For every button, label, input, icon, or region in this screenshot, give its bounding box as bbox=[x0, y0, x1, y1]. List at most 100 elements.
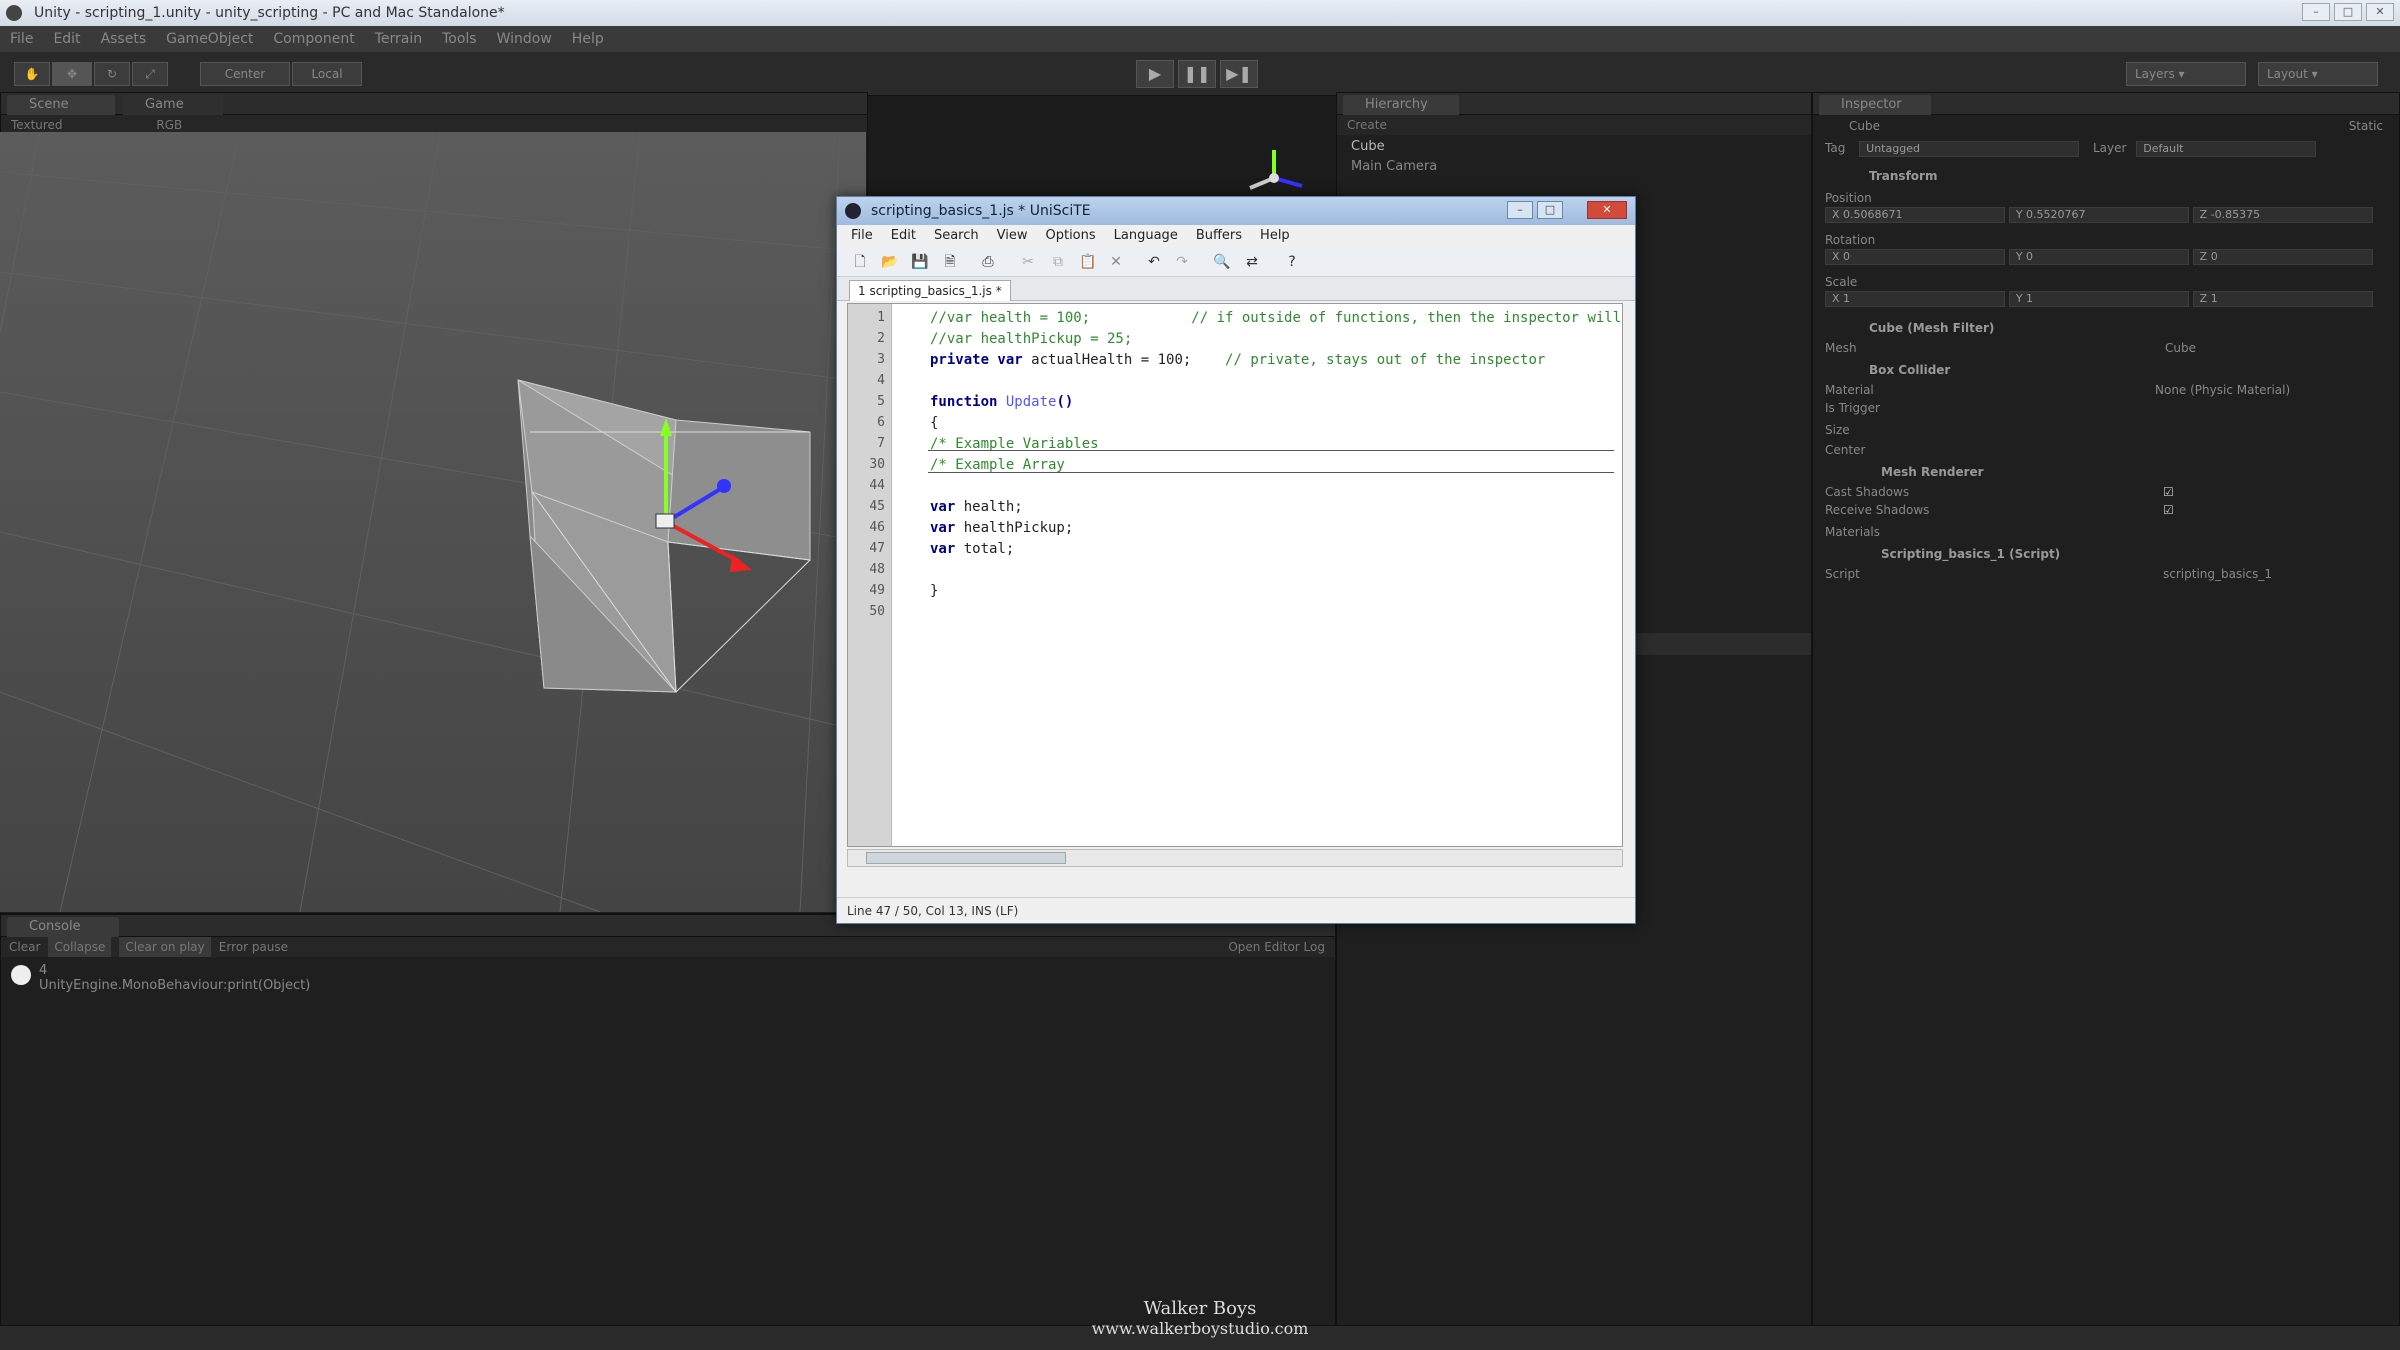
materials-label[interactable]: Materials bbox=[1825, 525, 2389, 543]
layers-dropdown[interactable]: Layers ▾ bbox=[2126, 62, 2246, 86]
material-value[interactable]: None (Physic Material) bbox=[2155, 383, 2290, 397]
mesh-value[interactable]: Cube bbox=[2165, 341, 2196, 355]
layout-dropdown[interactable]: Layout ▾ bbox=[2258, 62, 2378, 86]
copy-icon[interactable]: ⧉ bbox=[1049, 253, 1067, 271]
menu-assets[interactable]: Assets bbox=[101, 31, 147, 47]
scale-tool-button[interactable]: ⤢ bbox=[132, 62, 168, 86]
replace-icon[interactable]: ⇄ bbox=[1243, 253, 1261, 271]
console-entry[interactable]: 4 UnityEngine.MonoBehaviour:print(Object… bbox=[11, 963, 310, 999]
horizontal-scrollbar[interactable] bbox=[847, 849, 1623, 867]
object-name-field[interactable]: Cube bbox=[1849, 119, 1880, 133]
transform-header[interactable]: Transform bbox=[1825, 169, 2389, 187]
maximize-button[interactable]: □ bbox=[2334, 3, 2362, 21]
is-trigger-label[interactable]: Is Trigger bbox=[1825, 401, 2389, 419]
scene-axis-gizmo[interactable] bbox=[1240, 144, 1320, 200]
redo-icon[interactable]: ↷ bbox=[1173, 253, 1191, 271]
open-file-icon[interactable]: 📂 bbox=[881, 253, 899, 271]
collapse-button[interactable]: Collapse bbox=[48, 937, 112, 957]
editor-maximize-button[interactable]: □ bbox=[1537, 201, 1563, 219]
static-checkbox[interactable]: Static bbox=[2349, 119, 2383, 133]
step-button[interactable]: ▶❚ bbox=[1220, 60, 1258, 88]
scale-x-field[interactable]: X 1 bbox=[1825, 291, 2005, 307]
editor-menu-options[interactable]: Options bbox=[1045, 225, 1095, 247]
clear-on-play-button[interactable]: Clear on play bbox=[119, 937, 211, 957]
tab-game[interactable]: Game bbox=[123, 95, 223, 115]
find-icon[interactable]: 🔍 bbox=[1213, 253, 1231, 271]
scale-z-field[interactable]: Z 1 bbox=[2192, 291, 2373, 307]
tab-hierarchy[interactable]: Hierarchy bbox=[1343, 95, 1459, 115]
code-line[interactable]: var health; bbox=[930, 499, 1023, 515]
rotation-z-field[interactable]: Z 0 bbox=[2192, 249, 2373, 265]
menu-component[interactable]: Component bbox=[273, 31, 354, 47]
code-line[interactable]: private var actualHealth = 100; // priva… bbox=[930, 352, 1545, 368]
position-y-field[interactable]: Y 0.5520767 bbox=[2008, 207, 2189, 223]
cut-icon[interactable]: ✂ bbox=[1019, 253, 1037, 271]
rotate-tool-button[interactable]: ↻ bbox=[94, 62, 130, 86]
pause-button[interactable]: ❚❚ bbox=[1178, 60, 1216, 88]
space-toggle[interactable]: Local bbox=[292, 62, 362, 86]
box-collider-header[interactable]: Box Collider bbox=[1825, 363, 2389, 381]
minimize-button[interactable]: – bbox=[2302, 3, 2330, 21]
editor-menu-language[interactable]: Language bbox=[1114, 225, 1178, 247]
hierarchy-item-cube[interactable]: Cube bbox=[1351, 139, 1385, 154]
code-line[interactable]: var total; bbox=[930, 541, 1014, 557]
editor-close-button[interactable]: ✕ bbox=[1587, 201, 1627, 219]
open-editor-log-button[interactable]: Open Editor Log bbox=[1228, 937, 1325, 957]
pivot-toggle[interactable]: Center bbox=[200, 62, 290, 86]
close-button[interactable]: ✕ bbox=[2366, 3, 2394, 21]
layer-dropdown[interactable]: Default bbox=[2136, 141, 2317, 157]
tab-console[interactable]: Console bbox=[7, 917, 119, 937]
position-x-field[interactable]: X 0.5068671 bbox=[1825, 207, 2005, 223]
create-dropdown[interactable]: Create bbox=[1347, 118, 1387, 132]
editor-minimize-button[interactable]: – bbox=[1507, 201, 1533, 219]
code-line[interactable]: function Update() bbox=[930, 394, 1073, 410]
undo-icon[interactable]: ↶ bbox=[1145, 253, 1163, 271]
menu-tools[interactable]: Tools bbox=[442, 31, 477, 47]
menu-help[interactable]: Help bbox=[572, 31, 604, 47]
editor-menu-view[interactable]: View bbox=[997, 225, 1028, 247]
rotation-x-field[interactable]: X 0 bbox=[1825, 249, 2005, 265]
delete-icon[interactable]: ✕ bbox=[1107, 253, 1125, 271]
script-component-header[interactable]: Scripting_basics_1 (Script) bbox=[1825, 547, 2389, 565]
menu-window[interactable]: Window bbox=[497, 31, 552, 47]
save-icon[interactable]: 💾 bbox=[911, 253, 929, 271]
editor-menu-buffers[interactable]: Buffers bbox=[1196, 225, 1242, 247]
receive-shadows-checkbox[interactable]: ☑ bbox=[2163, 503, 2174, 517]
menu-edit[interactable]: Edit bbox=[53, 31, 80, 47]
error-pause-button[interactable]: Error pause bbox=[219, 937, 288, 957]
rotation-y-field[interactable]: Y 0 bbox=[2008, 249, 2189, 265]
script-value[interactable]: scripting_basics_1 bbox=[2163, 567, 2272, 581]
position-z-field[interactable]: Z -0.85375 bbox=[2192, 207, 2373, 223]
tab-scene[interactable]: Scene bbox=[7, 95, 115, 115]
draw-mode-dropdown[interactable]: Textured bbox=[11, 118, 63, 132]
code-line[interactable]: } bbox=[930, 583, 938, 599]
hierarchy-item-main-camera[interactable]: Main Camera bbox=[1351, 159, 1437, 174]
code-line[interactable]: { bbox=[930, 415, 938, 431]
size-label[interactable]: Size bbox=[1825, 423, 2389, 441]
help-icon[interactable]: ? bbox=[1283, 253, 1301, 271]
code-line[interactable]: var healthPickup; bbox=[930, 520, 1073, 536]
cast-shadows-checkbox[interactable]: ☑ bbox=[2163, 485, 2174, 499]
move-tool-button[interactable]: ✥ bbox=[52, 62, 92, 86]
menu-file[interactable]: File bbox=[10, 31, 33, 47]
tag-dropdown[interactable]: Untagged bbox=[1859, 141, 2080, 157]
center-label[interactable]: Center bbox=[1825, 443, 2389, 461]
mesh-filter-header[interactable]: Cube (Mesh Filter) bbox=[1825, 321, 2389, 339]
tab-inspector[interactable]: Inspector bbox=[1819, 95, 1931, 115]
paste-icon[interactable]: 📋 bbox=[1079, 253, 1097, 271]
play-button[interactable]: ▶ bbox=[1136, 60, 1174, 88]
code-area[interactable]: 1 2 3 4 5 6 7 30 44 45 46 47 48 49 50 //var health = 1… bbox=[847, 303, 1623, 847]
scrollbar-thumb[interactable] bbox=[866, 852, 1066, 864]
menu-terrain[interactable]: Terrain bbox=[375, 31, 422, 47]
render-mode-dropdown[interactable]: RGB bbox=[156, 118, 182, 132]
hand-tool-button[interactable]: ✋ bbox=[14, 62, 50, 86]
code-line[interactable]: /* Example Array bbox=[930, 457, 1065, 473]
print-icon[interactable]: ⎙ bbox=[979, 253, 997, 271]
menu-gameobject[interactable]: GameObject bbox=[166, 31, 253, 47]
code-line[interactable]: //var health = 100; // if outside of fun… bbox=[930, 310, 1622, 326]
editor-menu-search[interactable]: Search bbox=[934, 225, 979, 247]
code-line[interactable]: //var healthPickup = 25; bbox=[930, 331, 1132, 347]
editor-menu-edit[interactable]: Edit bbox=[891, 225, 916, 247]
editor-menu-help[interactable]: Help bbox=[1260, 225, 1290, 247]
editor-menu-file[interactable]: File bbox=[851, 225, 873, 247]
